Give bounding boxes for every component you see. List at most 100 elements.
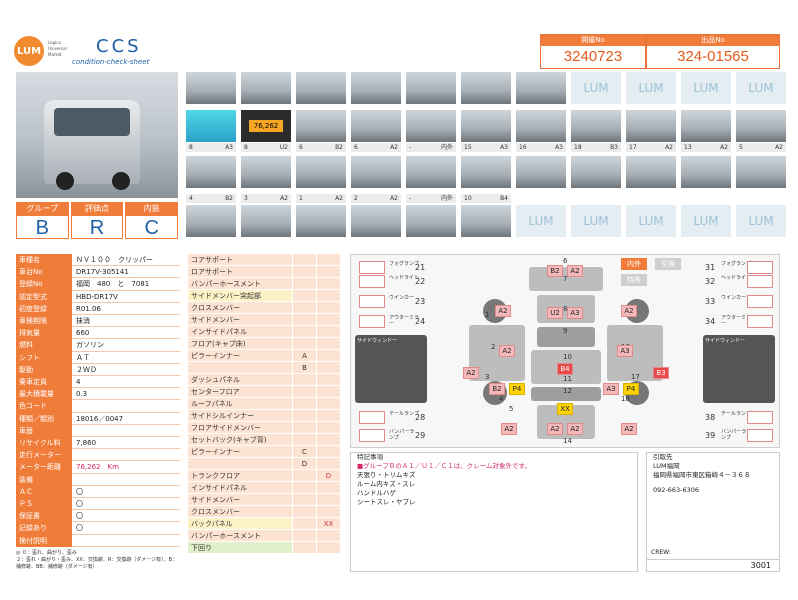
- part-name: バックパネル: [188, 518, 292, 531]
- lum-placeholder-photo[interactable]: LUM: [516, 205, 566, 237]
- spec-row: 車台No DR17V-305141: [16, 266, 180, 280]
- lum-placeholder-photo[interactable]: LUM: [681, 205, 731, 237]
- vehicle-thumbnail[interactable]: [461, 156, 511, 188]
- vehicle-thumbnail[interactable]: [351, 110, 401, 142]
- vehicle-thumbnail[interactable]: [241, 205, 291, 237]
- lamp-checkbox[interactable]: [359, 315, 385, 328]
- part-name: サイドシルインナー: [188, 410, 292, 423]
- tab-inout[interactable]: 内外: [621, 258, 647, 270]
- vehicle-thumbnail[interactable]: [241, 72, 291, 104]
- vehicle-thumbnail[interactable]: [516, 72, 566, 104]
- part-check: [316, 482, 340, 495]
- part-sub: [292, 326, 316, 339]
- photo-label: 8 U2: [241, 143, 291, 152]
- vehicle-thumbnail[interactable]: [461, 110, 511, 142]
- main-vehicle-photo[interactable]: [16, 72, 178, 198]
- vehicle-thumbnail[interactable]: [406, 205, 456, 237]
- part-sub: [292, 278, 316, 291]
- vehicle-thumbnail[interactable]: [681, 156, 731, 188]
- part-name: ロアサポート: [188, 266, 292, 279]
- vehicle-thumbnail[interactable]: [351, 156, 401, 188]
- lamp-checkbox[interactable]: [359, 429, 385, 442]
- photo-label-number: 18: [574, 144, 582, 151]
- vehicle-thumbnail[interactable]: 76,262: [241, 110, 291, 142]
- lamp-checkbox[interactable]: [359, 295, 385, 308]
- lum-placeholder-photo[interactable]: LUM: [571, 72, 621, 104]
- photo-label-grade: B2: [225, 195, 233, 202]
- vehicle-thumbnail[interactable]: [186, 110, 236, 142]
- vehicle-thumbnail[interactable]: [571, 156, 621, 188]
- spec-value: 7,860: [72, 437, 180, 450]
- vehicle-thumbnail[interactable]: [626, 110, 676, 142]
- vehicle-thumbnail[interactable]: [406, 156, 456, 188]
- vehicle-thumbnail[interactable]: [461, 72, 511, 104]
- damage-marker: P4: [623, 383, 639, 395]
- lamp-checkbox[interactable]: [747, 275, 773, 288]
- van-windshield: [54, 108, 130, 136]
- panel-number: 2: [491, 343, 496, 351]
- vehicle-thumbnail[interactable]: [681, 110, 731, 142]
- vehicle-thumbnail[interactable]: [736, 110, 786, 142]
- vehicle-thumbnail[interactable]: [351, 72, 401, 104]
- vehicle-thumbnail[interactable]: [186, 72, 236, 104]
- vehicle-thumbnail[interactable]: [296, 72, 346, 104]
- lamp-checkbox[interactable]: [747, 411, 773, 424]
- lum-placeholder-photo[interactable]: LUM: [626, 72, 676, 104]
- spec-value: 〇: [72, 510, 180, 523]
- lum-placeholder-photo[interactable]: LUM: [571, 205, 621, 237]
- part-row: センターフロア: [188, 386, 348, 399]
- spec-value: [72, 534, 180, 547]
- lamp-checkbox[interactable]: [359, 261, 385, 274]
- part-sub: [292, 470, 316, 483]
- vehicle-thumbnail[interactable]: [626, 156, 676, 188]
- part-check: [316, 446, 340, 459]
- damage-marker: A2: [501, 423, 517, 435]
- group-label: グループ: [16, 202, 69, 215]
- notes-line: ハンドルハゲ: [357, 489, 396, 497]
- lamp-checkbox[interactable]: [747, 295, 773, 308]
- vehicle-thumbnail[interactable]: [406, 110, 456, 142]
- spec-row: 最大積載量 0.3: [16, 388, 180, 402]
- vehicle-thumbnail[interactable]: [351, 205, 401, 237]
- lum-placeholder-photo[interactable]: LUM: [626, 205, 676, 237]
- lum-placeholder-photo[interactable]: LUM: [681, 72, 731, 104]
- spec-key: 車歴: [16, 424, 72, 437]
- part-row: D: [188, 458, 348, 471]
- lamp-checkbox[interactable]: [359, 275, 385, 288]
- lamp-number: 28: [415, 413, 426, 422]
- lamp-checkbox[interactable]: [747, 261, 773, 274]
- photo-label-grade: A2: [280, 195, 288, 202]
- legend-line: ◎ ０：歪れ、曲がり、歪み: [16, 550, 77, 556]
- vehicle-thumbnail[interactable]: [296, 205, 346, 237]
- vehicle-thumbnail[interactable]: [296, 156, 346, 188]
- lamp-checkbox[interactable]: [359, 411, 385, 424]
- vehicle-thumbnail[interactable]: [296, 110, 346, 142]
- vehicle-thumbnail[interactable]: [186, 205, 236, 237]
- vehicle-thumbnail[interactable]: [516, 156, 566, 188]
- part-sub: [292, 542, 316, 555]
- lum-placeholder-photo[interactable]: LUM: [736, 72, 786, 104]
- seller-address: 福岡県福岡市東区箱崎４－３６８: [653, 471, 751, 479]
- vehicle-thumbnail[interactable]: [516, 110, 566, 142]
- lum-placeholder-photo[interactable]: LUM: [736, 205, 786, 237]
- lamp-checkbox[interactable]: [747, 429, 773, 442]
- vehicle-thumbnail[interactable]: [736, 156, 786, 188]
- lamp-number: 34: [705, 317, 716, 326]
- spec-value: [72, 400, 180, 413]
- vehicle-thumbnail[interactable]: [571, 110, 621, 142]
- vehicle-thumbnail[interactable]: [406, 72, 456, 104]
- part-row: サイドメンバー: [188, 494, 348, 507]
- vehicle-thumbnail[interactable]: [186, 156, 236, 188]
- part-sub: [292, 482, 316, 495]
- tab-special[interactable]: 特殊: [621, 274, 647, 286]
- part-sub: [292, 518, 316, 531]
- vehicle-thumbnail[interactable]: [241, 156, 291, 188]
- part-name: サイドメンバー: [188, 494, 292, 507]
- lamp-checkbox[interactable]: [747, 315, 773, 328]
- part-name: セットバック(キャブ背): [188, 434, 292, 447]
- spec-value: 〇: [72, 485, 180, 498]
- exhibit-number-value: 324-01565: [677, 48, 749, 65]
- vehicle-thumbnail[interactable]: [461, 205, 511, 237]
- part-sub: [292, 314, 316, 327]
- tab-exchange[interactable]: 交換: [655, 258, 681, 270]
